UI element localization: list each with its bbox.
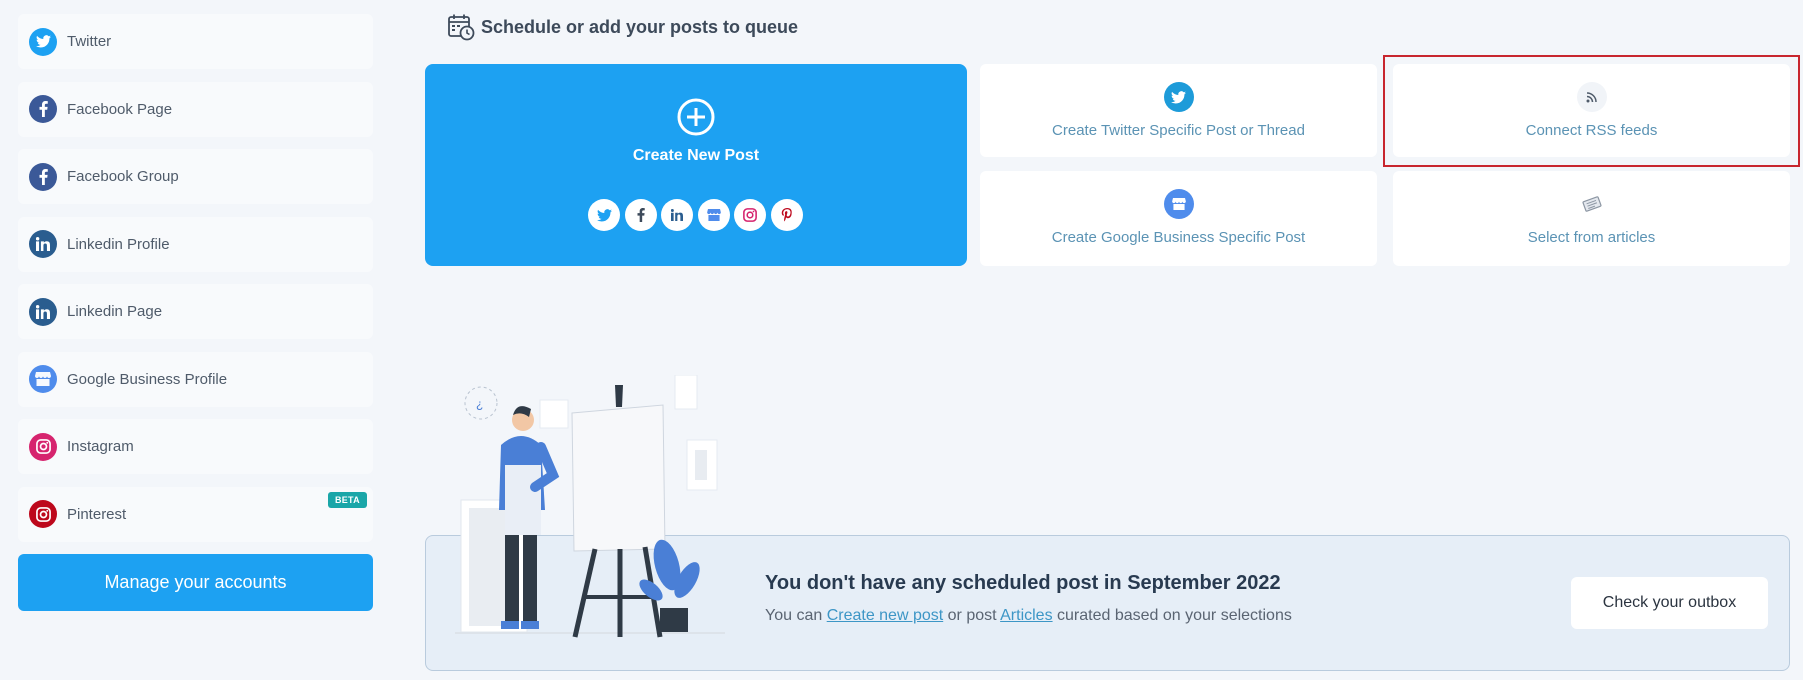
page-title: Schedule or add your posts to queue [481,16,799,37]
account-label: Facebook Page [67,100,173,118]
beta-badge: BETA [327,491,367,508]
account-label: Linkedin Profile [67,235,170,253]
empty-state-title: You don't have any scheduled post in Sep… [765,572,1281,594]
linkedin-icon[interactable] [661,199,693,231]
facebook-icon [29,162,57,191]
select-articles-label: Select from articles [1527,229,1656,246]
twitter-icon [1163,82,1194,112]
check-outbox-button[interactable]: Check your outbox [1571,577,1768,629]
network-icons-row [588,199,807,231]
account-google-business[interactable]: Google Business Profile [18,351,373,407]
linkedin-icon [29,230,57,258]
twitter-icon [29,27,57,56]
articles-link[interactable]: Articles [1000,607,1052,624]
highlight-box [1383,55,1800,167]
select-articles-card[interactable]: Select from articles [1393,171,1790,266]
create-new-post-link[interactable]: Create new post [827,607,944,624]
calendar-clock-icon [447,13,475,41]
account-label: Pinterest [67,505,127,523]
linkedin-icon [29,297,57,326]
twitter-icon[interactable] [588,199,620,231]
artist-illustration: ¿ [455,375,725,638]
create-twitter-post-label: Create Twitter Specific Post or Thread [1052,122,1305,139]
google-business-icon [29,365,57,393]
google-business-icon[interactable] [697,199,730,231]
google-business-icon [1163,189,1194,219]
account-label: Google Business Profile [67,370,228,388]
facebook-icon[interactable] [624,199,657,231]
pinterest-icon[interactable] [770,199,803,231]
pinterest-icon [29,500,57,528]
create-google-business-post-card[interactable]: Create Google Business Specific Post [980,171,1377,266]
svg-text:¿: ¿ [476,397,483,411]
account-label: Instagram [67,438,134,455]
plus-circle-icon [676,97,716,137]
instagram-icon[interactable] [734,199,766,231]
account-instagram[interactable]: Instagram [18,419,373,474]
empty-state-subtitle: You can Create new post or post Articles… [765,607,1292,625]
account-twitter[interactable]: Twitter [18,14,373,69]
create-twitter-post-card[interactable]: Create Twitter Specific Post or Thread [980,64,1377,157]
account-pinterest[interactable]: Pinterest BETA [18,486,373,542]
account-facebook-group[interactable]: Facebook Group [18,149,373,204]
articles-icon [1576,189,1607,219]
account-label: Twitter [67,33,112,50]
account-label: Linkedin Page [67,303,163,320]
create-google-business-post-label: Create Google Business Specific Post [1051,229,1306,246]
account-facebook-page[interactable]: Facebook Page [18,81,373,137]
schedule-header: Schedule or add your posts to queue [447,13,798,41]
accounts-sidebar: Twitter Facebook Page Facebook Group Lin… [18,14,373,611]
manage-accounts-button[interactable]: Manage your accounts [18,554,373,611]
subtitle-text: You can [765,607,827,624]
create-new-post-card[interactable]: Create New Post [425,64,967,266]
instagram-icon [29,432,57,461]
account-linkedin-page[interactable]: Linkedin Page [18,284,373,339]
facebook-icon [29,95,57,123]
account-linkedin-profile[interactable]: Linkedin Profile [18,216,373,272]
subtitle-text: or post [943,607,1001,624]
account-label: Facebook Group [67,168,179,185]
create-new-post-title: Create New Post [632,147,760,164]
subtitle-text: curated based on your selections [1052,607,1292,624]
